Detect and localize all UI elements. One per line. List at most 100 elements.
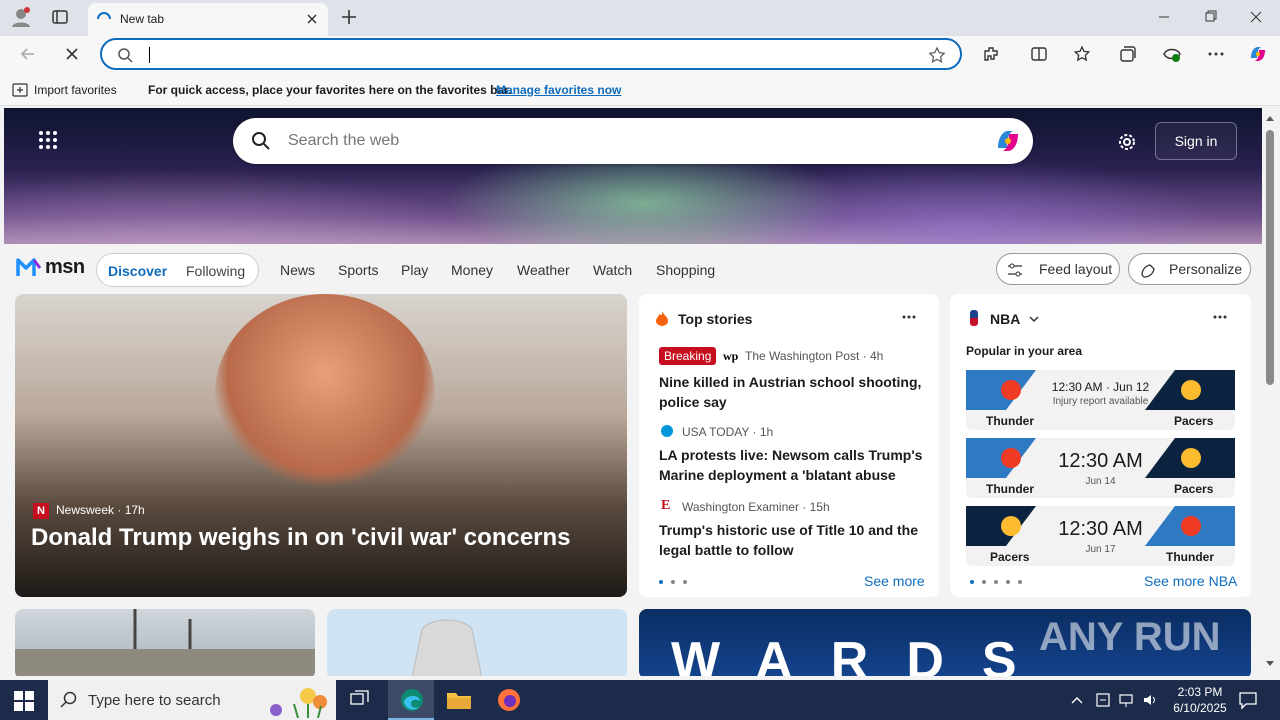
- feed-layout-label: Feed layout: [1039, 261, 1113, 277]
- new-tab-button[interactable]: [338, 6, 360, 28]
- extensions-icon[interactable]: [981, 44, 1001, 64]
- more-options-icon[interactable]: [1212, 312, 1228, 322]
- taskbar-search[interactable]: Type here to search: [48, 680, 336, 720]
- file-explorer-icon[interactable]: [446, 690, 472, 710]
- msn-logo[interactable]: msn: [16, 254, 85, 280]
- game-2[interactable]: Thunder Pacers 12:30 AM Jun 14: [966, 438, 1235, 498]
- favorites-tip: For quick access, place your favorites h…: [148, 83, 512, 97]
- tab-actions-icon[interactable]: [50, 7, 70, 27]
- top-stories-card: Top stories Breaking wp The Washington P…: [639, 294, 939, 597]
- carousel-dot-5[interactable]: [1018, 580, 1022, 584]
- close-window-button[interactable]: [1242, 6, 1270, 28]
- carousel-dot-1[interactable]: [970, 580, 974, 584]
- task-view-icon[interactable]: [350, 690, 370, 710]
- import-favorites-icon[interactable]: [12, 82, 28, 98]
- flowers-decoration: [268, 684, 332, 718]
- story-card-hoodie[interactable]: [327, 609, 627, 676]
- tab-title: New tab: [120, 12, 165, 26]
- system-clock[interactable]: 2:03 PM 6/10/2025: [1168, 684, 1232, 716]
- carousel-dot-3[interactable]: [683, 580, 687, 584]
- scrollbar-thumb[interactable]: [1266, 130, 1274, 385]
- carousel-dot-4[interactable]: [1006, 580, 1010, 584]
- clock-date: 6/10/2025: [1173, 701, 1227, 715]
- carousel-dot-2[interactable]: [982, 580, 986, 584]
- nba-subtitle: Popular in your area: [966, 344, 1083, 358]
- windows-start-icon[interactable]: [14, 691, 34, 711]
- taskbar-search-placeholder: Type here to search: [88, 692, 221, 709]
- hero-story-card[interactable]: N Newsweek · 17h Donald Trump weighs in …: [15, 294, 627, 597]
- feed-layout-button[interactable]: Feed layout: [996, 253, 1120, 285]
- game-3[interactable]: Pacers Thunder 12:30 AM Jun 17: [966, 506, 1235, 566]
- nav-play[interactable]: Play: [401, 262, 428, 278]
- search-icon: [60, 691, 78, 709]
- hero-story-headline[interactable]: Donald Trump weighs in on 'civil war' co…: [31, 524, 571, 552]
- nav-weather[interactable]: Weather: [517, 262, 570, 278]
- chevron-up-icon[interactable]: [1070, 693, 1084, 707]
- copilot-icon[interactable]: [1247, 44, 1267, 64]
- edge-taskbar-button[interactable]: [388, 680, 434, 720]
- nba-logo: [970, 310, 978, 326]
- story-3-source: Washington Examiner · 15h: [682, 500, 830, 514]
- stop-loading-icon[interactable]: [62, 44, 82, 64]
- notifications-icon[interactable]: [1238, 690, 1258, 710]
- minimize-button[interactable]: [1150, 6, 1178, 28]
- tab-discover[interactable]: Discover: [108, 263, 167, 279]
- text-caret: [149, 47, 150, 63]
- favorites-icon[interactable]: [1073, 44, 1093, 64]
- copilot-icon[interactable]: [993, 126, 1023, 156]
- apps-grid-icon[interactable]: [38, 130, 58, 150]
- web-search-box[interactable]: Search the web: [233, 118, 1033, 164]
- network-icon[interactable]: [1118, 692, 1134, 708]
- browser-essentials-icon[interactable]: [1162, 44, 1182, 64]
- nba-title[interactable]: NBA: [990, 311, 1020, 327]
- carousel-dot-1[interactable]: [659, 580, 663, 584]
- nav-sports[interactable]: Sports: [338, 262, 378, 278]
- story-3-headline[interactable]: Trump's historic use of Title 10 and the…: [659, 520, 924, 560]
- search-icon: [116, 46, 134, 64]
- carousel-dot-3[interactable]: [994, 580, 998, 584]
- nav-watch[interactable]: Watch: [593, 262, 632, 278]
- tab-new-tab[interactable]: New tab: [88, 3, 328, 36]
- story-card-street[interactable]: [15, 609, 315, 676]
- nav-money[interactable]: Money: [451, 262, 493, 278]
- close-tab-icon[interactable]: [304, 11, 320, 27]
- import-favorites-button[interactable]: Import favorites: [34, 83, 117, 97]
- back-icon[interactable]: [18, 44, 38, 64]
- tab-following[interactable]: Following: [186, 263, 245, 279]
- story-card-wards[interactable]: WARDS ANY RUN: [639, 609, 1251, 676]
- firefox-icon[interactable]: [497, 688, 521, 712]
- restore-button[interactable]: [1196, 6, 1224, 28]
- taskbar: Type here to search 2:03 PM 6/10/2025: [0, 680, 1280, 720]
- network-drive-icon[interactable]: [1095, 692, 1111, 708]
- story-1-headline[interactable]: Nine killed in Austrian school shooting,…: [659, 372, 924, 412]
- profile-icon[interactable]: [10, 6, 32, 28]
- nav-shopping[interactable]: Shopping: [656, 262, 715, 278]
- page-scrollbar[interactable]: [1262, 108, 1280, 676]
- favorite-star-icon[interactable]: [928, 46, 946, 64]
- more-menu-icon[interactable]: [1206, 44, 1226, 64]
- address-bar[interactable]: [100, 38, 962, 70]
- see-more-link[interactable]: See more: [864, 573, 925, 589]
- personalize-button[interactable]: Personalize: [1128, 253, 1251, 285]
- carousel-dot-2[interactable]: [671, 580, 675, 584]
- chevron-down-icon[interactable]: [1028, 314, 1040, 324]
- volume-icon[interactable]: [1142, 692, 1158, 708]
- watermark: ANY RUN: [1039, 615, 1221, 659]
- game-1[interactable]: Thunder Pacers 12:30 AM · Jun 12 Injury …: [966, 370, 1235, 430]
- story-2-source: USA TODAY · 1h: [682, 425, 774, 439]
- nav-news[interactable]: News: [280, 262, 315, 278]
- aurora-background: Search the web Sign in: [4, 108, 1262, 244]
- settings-gear-icon[interactable]: [1116, 131, 1138, 153]
- game-time: 12:30 AM: [1058, 450, 1143, 472]
- sign-in-button[interactable]: Sign in: [1155, 122, 1237, 160]
- collections-icon[interactable]: [1118, 44, 1138, 64]
- wapo-logo: wp: [723, 349, 739, 363]
- clock-time: 2:03 PM: [1177, 685, 1223, 699]
- more-options-icon[interactable]: [901, 312, 917, 322]
- split-screen-icon[interactable]: [1029, 44, 1049, 64]
- sliders-icon: [1007, 262, 1023, 278]
- manage-favorites-link[interactable]: Manage favorites now: [496, 83, 621, 97]
- story-2-headline[interactable]: LA protests live: Newsom calls Trump's M…: [659, 445, 924, 485]
- see-more-nba-link[interactable]: See more NBA: [1144, 573, 1237, 589]
- loading-icon: [96, 11, 112, 27]
